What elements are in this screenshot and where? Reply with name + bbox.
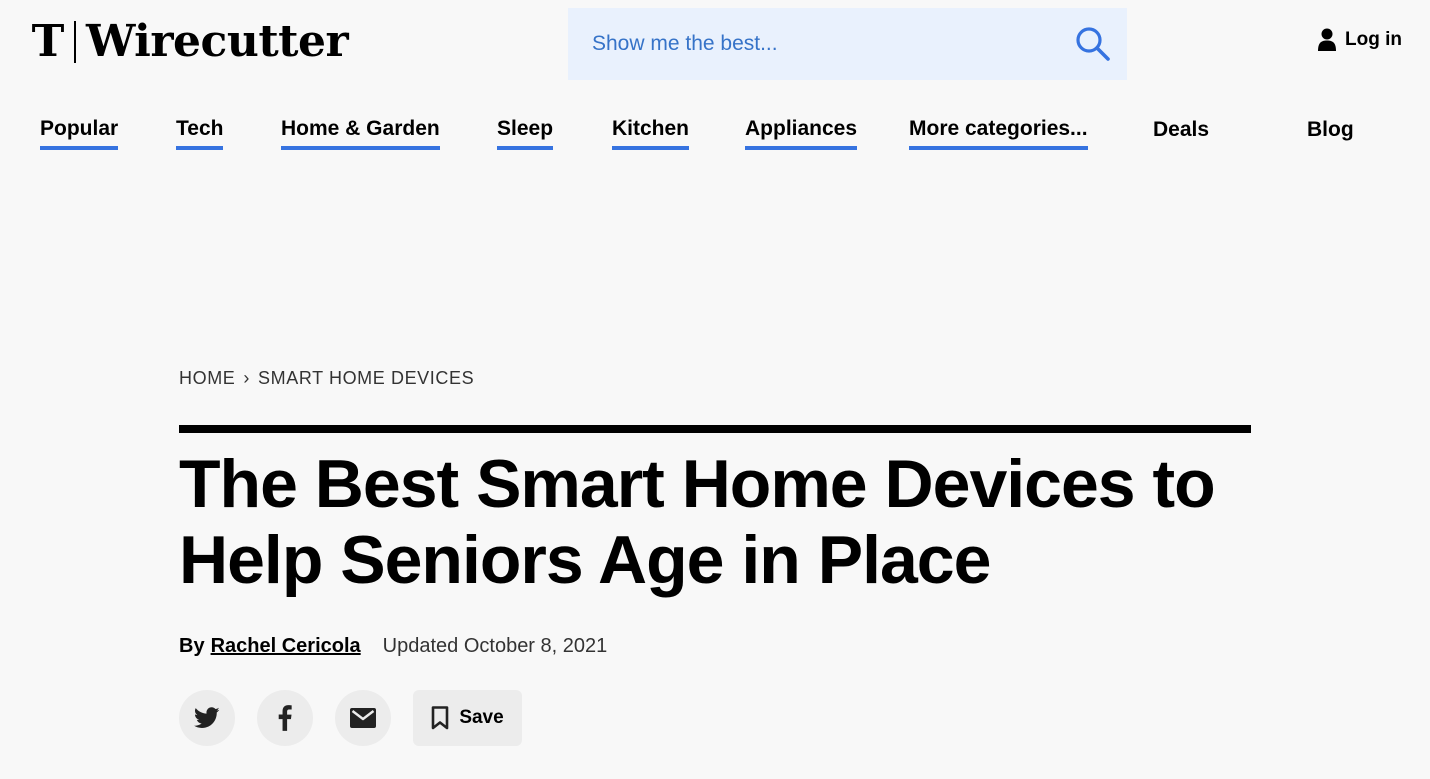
breadcrumb-smart-home-devices[interactable]: SMART HOME DEVICES <box>258 368 474 389</box>
nav-item-tech[interactable]: Tech <box>176 110 224 150</box>
category-nav: Popular Tech Home & Garden Sleep Kitchen… <box>0 110 1430 154</box>
headline-rule <box>179 425 1251 433</box>
search-input[interactable] <box>568 24 1048 64</box>
share-email-button[interactable] <box>335 690 391 746</box>
article-headline: The Best Smart Home Devices to Help Seni… <box>179 446 1216 598</box>
share-bar: Save <box>179 690 522 746</box>
mail-icon <box>350 708 376 728</box>
nyt-logo-mark: T <box>31 16 65 67</box>
search-bar <box>568 8 1127 80</box>
nav-item-appliances[interactable]: Appliances <box>745 110 858 150</box>
nav-item-deals[interactable]: Deals <box>1153 110 1209 150</box>
wirecutter-logo[interactable]: T Wirecutter <box>28 16 349 68</box>
twitter-icon <box>194 707 220 728</box>
bookmark-icon <box>432 706 449 730</box>
nav-item-sleep[interactable]: Sleep <box>497 110 554 150</box>
save-button[interactable]: Save <box>413 690 522 746</box>
breadcrumb: HOME › SMART HOME DEVICES <box>179 366 474 390</box>
breadcrumb-separator: › <box>243 367 251 388</box>
nav-item-more-categories[interactable]: More categories... <box>909 110 1088 150</box>
site-header: T Wirecutter Log in <box>0 0 1430 90</box>
breadcrumb-home[interactable]: HOME <box>179 368 235 389</box>
facebook-icon <box>278 705 292 731</box>
login-button[interactable]: Log in <box>1317 26 1402 54</box>
updated-date: Updated October 8, 2021 <box>382 634 608 657</box>
logo-wordmark: Wirecutter <box>86 16 349 67</box>
nav-item-kitchen[interactable]: Kitchen <box>612 110 690 150</box>
nav-item-blog[interactable]: Blog <box>1307 110 1354 150</box>
logo-divider <box>74 21 76 63</box>
nav-item-popular[interactable]: Popular <box>40 110 119 150</box>
author-link[interactable]: Rachel Cericola <box>211 635 361 658</box>
byline-prefix: By <box>179 634 205 657</box>
person-icon <box>1318 28 1337 51</box>
share-facebook-button[interactable] <box>257 690 313 746</box>
search-icon[interactable] <box>1075 26 1111 62</box>
save-label: Save <box>459 707 504 728</box>
share-twitter-button[interactable] <box>179 690 235 746</box>
login-label: Log in <box>1345 29 1402 50</box>
byline: By Rachel Cericola Updated October 8, 20… <box>179 632 607 660</box>
nav-item-home-garden[interactable]: Home & Garden <box>281 110 440 150</box>
